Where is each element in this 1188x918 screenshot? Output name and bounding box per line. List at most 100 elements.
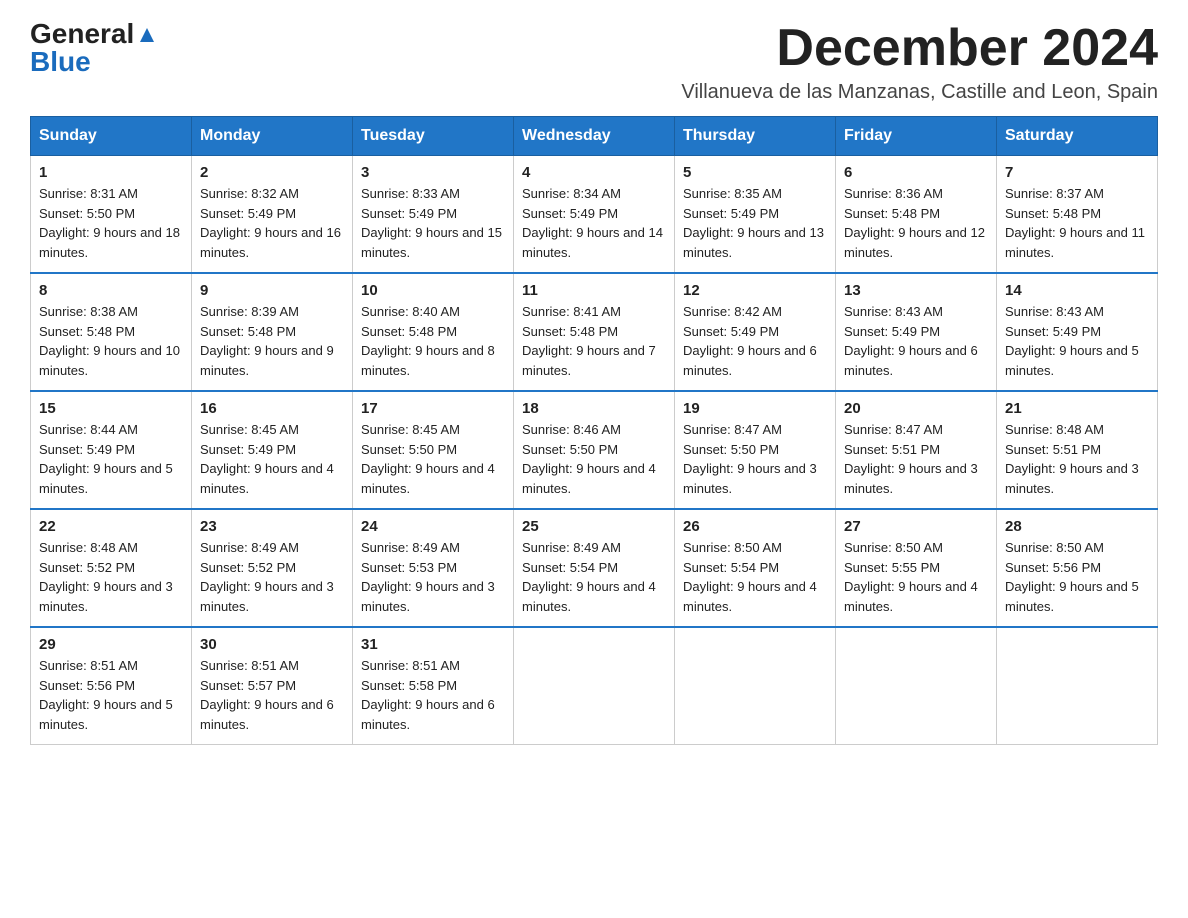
day-number: 30 bbox=[200, 636, 344, 653]
calendar-cell: 18Sunrise: 8:46 AMSunset: 5:50 PMDayligh… bbox=[514, 391, 675, 509]
day-info: Sunrise: 8:32 AMSunset: 5:49 PMDaylight:… bbox=[200, 184, 344, 262]
calendar-cell: 26Sunrise: 8:50 AMSunset: 5:54 PMDayligh… bbox=[675, 509, 836, 627]
day-number: 11 bbox=[522, 282, 666, 299]
day-info: Sunrise: 8:47 AMSunset: 5:51 PMDaylight:… bbox=[844, 420, 988, 498]
calendar-week-row: 1 Sunrise: 8:31 AMSunset: 5:50 PMDaylight… bbox=[31, 156, 1158, 274]
calendar-week-row: 22 Sunrise: 8:48 AMSunset: 5:52 PMDayligh… bbox=[31, 509, 1158, 627]
calendar-cell: 29Sunrise: 8:51 AMSunset: 5:56 PMDayligh… bbox=[31, 627, 192, 745]
calendar-cell: 11 Sunrise: 8:41 AMSunset: 5:48 PMDayligh… bbox=[514, 273, 675, 391]
calendar-cell: 20 Sunrise: 8:47 AMSunset: 5:51 PMDayligh… bbox=[836, 391, 997, 509]
day-number: 2 bbox=[200, 164, 344, 181]
day-number: 7 bbox=[1005, 164, 1149, 181]
calendar-table: SundayMondayTuesdayWednesdayThursdayFrid… bbox=[30, 116, 1158, 745]
calendar-week-row: 8 Sunrise: 8:38 AMSunset: 5:48 PMDaylight… bbox=[31, 273, 1158, 391]
weekday-header-monday: Monday bbox=[192, 117, 353, 156]
day-info: Sunrise: 8:34 AMSunset: 5:49 PMDaylight:… bbox=[522, 184, 666, 262]
day-info: Sunrise: 8:40 AMSunset: 5:48 PMDaylight:… bbox=[361, 302, 505, 380]
day-info: Sunrise: 8:45 AMSunset: 5:49 PMDaylight:… bbox=[200, 420, 344, 498]
calendar-cell: 27 Sunrise: 8:50 AMSunset: 5:55 PMDayligh… bbox=[836, 509, 997, 627]
day-number: 10 bbox=[361, 282, 505, 299]
calendar-cell: 30 Sunrise: 8:51 AMSunset: 5:57 PMDayligh… bbox=[192, 627, 353, 745]
logo: General Blue bbox=[30, 20, 158, 76]
day-info: Sunrise: 8:39 AMSunset: 5:48 PMDaylight:… bbox=[200, 302, 344, 380]
month-title: December 2024 bbox=[681, 20, 1158, 77]
calendar-cell: 19Sunrise: 8:47 AMSunset: 5:50 PMDayligh… bbox=[675, 391, 836, 509]
calendar-cell: 5Sunrise: 8:35 AMSunset: 5:49 PMDaylight… bbox=[675, 156, 836, 274]
calendar-cell: 31 Sunrise: 8:51 AMSunset: 5:58 PMDayligh… bbox=[353, 627, 514, 745]
day-number: 16 bbox=[200, 400, 344, 417]
day-number: 5 bbox=[683, 164, 827, 181]
day-number: 23 bbox=[200, 518, 344, 535]
logo-general-text: General bbox=[30, 20, 134, 48]
calendar-week-row: 15 Sunrise: 8:44 AMSunset: 5:49 PMDayligh… bbox=[31, 391, 1158, 509]
day-info: Sunrise: 8:46 AMSunset: 5:50 PMDaylight:… bbox=[522, 420, 666, 498]
day-number: 9 bbox=[200, 282, 344, 299]
calendar-cell: 23 Sunrise: 8:49 AMSunset: 5:52 PMDayligh… bbox=[192, 509, 353, 627]
calendar-cell bbox=[675, 627, 836, 745]
day-info: Sunrise: 8:43 AMSunset: 5:49 PMDaylight:… bbox=[844, 302, 988, 380]
logo-triangle-icon bbox=[136, 24, 158, 46]
day-info: Sunrise: 8:43 AMSunset: 5:49 PMDaylight:… bbox=[1005, 302, 1149, 380]
calendar-header-row: SundayMondayTuesdayWednesdayThursdayFrid… bbox=[31, 117, 1158, 156]
calendar-cell: 4 Sunrise: 8:34 AMSunset: 5:49 PMDaylight… bbox=[514, 156, 675, 274]
day-info: Sunrise: 8:50 AMSunset: 5:56 PMDaylight:… bbox=[1005, 538, 1149, 616]
calendar-cell: 13 Sunrise: 8:43 AMSunset: 5:49 PMDayligh… bbox=[836, 273, 997, 391]
day-number: 24 bbox=[361, 518, 505, 535]
weekday-header-friday: Friday bbox=[836, 117, 997, 156]
day-info: Sunrise: 8:47 AMSunset: 5:50 PMDaylight:… bbox=[683, 420, 827, 498]
day-number: 20 bbox=[844, 400, 988, 417]
calendar-cell: 2 Sunrise: 8:32 AMSunset: 5:49 PMDaylight… bbox=[192, 156, 353, 274]
day-info: Sunrise: 8:41 AMSunset: 5:48 PMDaylight:… bbox=[522, 302, 666, 380]
day-number: 31 bbox=[361, 636, 505, 653]
day-info: Sunrise: 8:31 AMSunset: 5:50 PMDaylight:… bbox=[39, 184, 183, 262]
day-number: 27 bbox=[844, 518, 988, 535]
calendar-cell: 28 Sunrise: 8:50 AMSunset: 5:56 PMDayligh… bbox=[997, 509, 1158, 627]
day-info: Sunrise: 8:33 AMSunset: 5:49 PMDaylight:… bbox=[361, 184, 505, 262]
day-number: 26 bbox=[683, 518, 827, 535]
day-number: 4 bbox=[522, 164, 666, 181]
day-number: 8 bbox=[39, 282, 183, 299]
day-info: Sunrise: 8:44 AMSunset: 5:49 PMDaylight:… bbox=[39, 420, 183, 498]
calendar-cell: 3 Sunrise: 8:33 AMSunset: 5:49 PMDaylight… bbox=[353, 156, 514, 274]
day-info: Sunrise: 8:50 AMSunset: 5:55 PMDaylight:… bbox=[844, 538, 988, 616]
day-info: Sunrise: 8:51 AMSunset: 5:58 PMDaylight:… bbox=[361, 656, 505, 734]
day-info: Sunrise: 8:51 AMSunset: 5:56 PMDaylight:… bbox=[39, 656, 183, 734]
calendar-cell: 8 Sunrise: 8:38 AMSunset: 5:48 PMDaylight… bbox=[31, 273, 192, 391]
day-number: 22 bbox=[39, 518, 183, 535]
calendar-cell bbox=[997, 627, 1158, 745]
weekday-header-wednesday: Wednesday bbox=[514, 117, 675, 156]
calendar-cell: 14 Sunrise: 8:43 AMSunset: 5:49 PMDayligh… bbox=[997, 273, 1158, 391]
calendar-cell: 21Sunrise: 8:48 AMSunset: 5:51 PMDayligh… bbox=[997, 391, 1158, 509]
weekday-header-sunday: Sunday bbox=[31, 117, 192, 156]
day-info: Sunrise: 8:51 AMSunset: 5:57 PMDaylight:… bbox=[200, 656, 344, 734]
day-number: 12 bbox=[683, 282, 827, 299]
calendar-cell: 16 Sunrise: 8:45 AMSunset: 5:49 PMDayligh… bbox=[192, 391, 353, 509]
calendar-cell: 12Sunrise: 8:42 AMSunset: 5:49 PMDayligh… bbox=[675, 273, 836, 391]
day-number: 1 bbox=[39, 164, 183, 181]
day-info: Sunrise: 8:45 AMSunset: 5:50 PMDaylight:… bbox=[361, 420, 505, 498]
day-number: 14 bbox=[1005, 282, 1149, 299]
day-info: Sunrise: 8:38 AMSunset: 5:48 PMDaylight:… bbox=[39, 302, 183, 380]
calendar-cell: 9 Sunrise: 8:39 AMSunset: 5:48 PMDaylight… bbox=[192, 273, 353, 391]
calendar-cell: 17 Sunrise: 8:45 AMSunset: 5:50 PMDayligh… bbox=[353, 391, 514, 509]
day-number: 3 bbox=[361, 164, 505, 181]
calendar-cell: 24Sunrise: 8:49 AMSunset: 5:53 PMDayligh… bbox=[353, 509, 514, 627]
day-info: Sunrise: 8:49 AMSunset: 5:52 PMDaylight:… bbox=[200, 538, 344, 616]
day-info: Sunrise: 8:49 AMSunset: 5:54 PMDaylight:… bbox=[522, 538, 666, 616]
day-number: 28 bbox=[1005, 518, 1149, 535]
calendar-cell: 6Sunrise: 8:36 AMSunset: 5:48 PMDaylight… bbox=[836, 156, 997, 274]
day-info: Sunrise: 8:36 AMSunset: 5:48 PMDaylight:… bbox=[844, 184, 988, 262]
day-number: 13 bbox=[844, 282, 988, 299]
day-number: 17 bbox=[361, 400, 505, 417]
day-info: Sunrise: 8:37 AMSunset: 5:48 PMDaylight:… bbox=[1005, 184, 1149, 262]
calendar-week-row: 29Sunrise: 8:51 AMSunset: 5:56 PMDayligh… bbox=[31, 627, 1158, 745]
page-header: General Blue December 2024 Villanueva de… bbox=[30, 20, 1158, 104]
day-number: 15 bbox=[39, 400, 183, 417]
weekday-header-tuesday: Tuesday bbox=[353, 117, 514, 156]
calendar-cell bbox=[836, 627, 997, 745]
calendar-cell: 15 Sunrise: 8:44 AMSunset: 5:49 PMDayligh… bbox=[31, 391, 192, 509]
calendar-cell: 7 Sunrise: 8:37 AMSunset: 5:48 PMDaylight… bbox=[997, 156, 1158, 274]
calendar-cell: 25Sunrise: 8:49 AMSunset: 5:54 PMDayligh… bbox=[514, 509, 675, 627]
day-info: Sunrise: 8:48 AMSunset: 5:52 PMDaylight:… bbox=[39, 538, 183, 616]
day-info: Sunrise: 8:48 AMSunset: 5:51 PMDaylight:… bbox=[1005, 420, 1149, 498]
